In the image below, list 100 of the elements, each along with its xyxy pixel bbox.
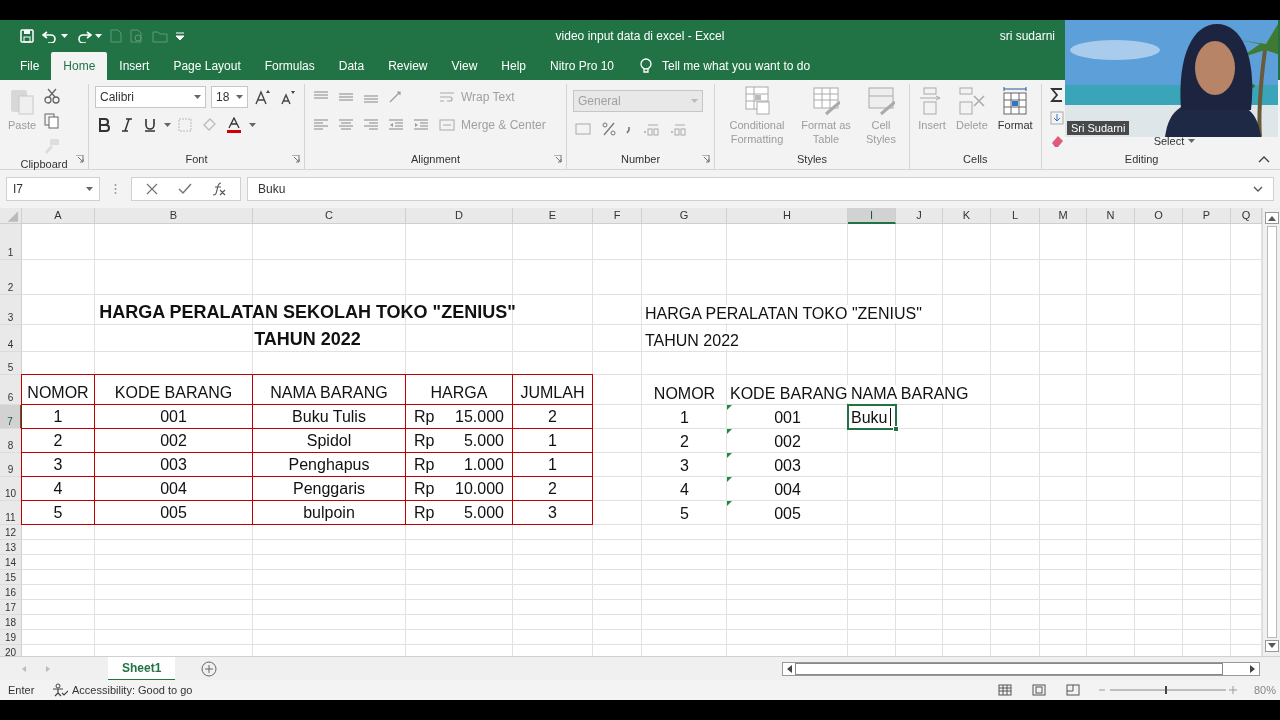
font-color-icon[interactable] (224, 115, 244, 135)
table-title: TAHUN 2022 (254, 329, 361, 350)
ribbon-tab[interactable]: Formulas (252, 52, 327, 80)
ribbon-button[interactable]: Format (995, 84, 1035, 151)
scissors-icon[interactable] (42, 86, 63, 106)
row-header[interactable]: 8 (0, 429, 22, 453)
undo-icon[interactable] (42, 29, 58, 43)
column-header[interactable]: N (1087, 208, 1135, 224)
row-header[interactable]: 11 (0, 501, 22, 525)
horizontal-scrollbar[interactable] (782, 661, 1260, 676)
scroll-up-icon[interactable] (1264, 212, 1279, 224)
dialog-launcher-icon[interactable] (76, 155, 84, 163)
column-header[interactable]: D (406, 208, 513, 224)
font-name-dropdown[interactable]: Calibri (95, 86, 207, 108)
ribbon-tab[interactable]: Home (51, 52, 108, 80)
currency-label: Rp (414, 432, 435, 450)
row-header[interactable]: 14 (0, 555, 22, 570)
column-header[interactable]: Q (1231, 208, 1262, 224)
row-header[interactable]: 19 (0, 630, 22, 645)
row-header[interactable]: 12 (0, 525, 22, 540)
amount-text: 10.000 (455, 480, 504, 498)
row-header[interactable]: 6 (0, 375, 22, 405)
formula-field[interactable]: Buku (247, 177, 1274, 201)
row-header[interactable]: 2 (0, 260, 22, 295)
ribbon-tab[interactable]: Review (376, 52, 440, 80)
column-header[interactable]: L (991, 208, 1040, 224)
vertical-scrollbar[interactable] (1262, 208, 1280, 656)
percent-icon[interactable] (600, 120, 618, 138)
column-header[interactable]: F (593, 208, 642, 224)
text-cursor (890, 408, 892, 426)
column-header[interactable]: H (727, 208, 848, 224)
merge-cells-icon (439, 118, 455, 132)
error-indicator-icon (727, 453, 732, 458)
column-header[interactable]: I (848, 208, 896, 224)
row-header[interactable]: 1 (0, 224, 22, 260)
row-header[interactable]: 3 (0, 295, 22, 325)
page-break-view-icon[interactable] (1063, 682, 1082, 698)
row-header[interactable]: 15 (0, 570, 22, 585)
scroll-down-icon[interactable] (1264, 640, 1279, 652)
cancel-icon[interactable] (144, 181, 160, 197)
add-sheet-icon[interactable] (201, 660, 218, 677)
page-layout-view-icon[interactable] (1029, 682, 1048, 698)
ribbon-tab[interactable]: File (8, 52, 52, 80)
row-header[interactable]: 17 (0, 600, 22, 615)
expand-icon[interactable] (1253, 186, 1263, 192)
ribbon-tab[interactable]: Help (489, 52, 538, 80)
print-preview-icon[interactable] (130, 29, 144, 43)
ribbon-tab[interactable]: Page Layout (161, 52, 253, 80)
row-header[interactable]: 10 (0, 477, 22, 501)
table-format-icon (812, 86, 840, 116)
name-box[interactable]: I7 (6, 177, 100, 201)
row-header[interactable]: 13 (0, 540, 22, 555)
row-header[interactable]: 4 (0, 325, 22, 352)
ribbon-tab[interactable]: View (439, 52, 490, 80)
column-header[interactable]: A (22, 208, 95, 224)
scroll-thumb[interactable] (795, 662, 1223, 675)
redo-icon[interactable] (76, 29, 92, 43)
user-name: sri sudarni (999, 29, 1055, 43)
row-header[interactable]: 5 (0, 352, 22, 375)
column-header[interactable]: G (642, 208, 727, 224)
dialog-launcher-icon[interactable] (702, 155, 710, 163)
dialog-launcher-icon[interactable] (292, 155, 300, 163)
tell-me-search[interactable]: Tell me what you want to do (662, 59, 811, 73)
dialog-launcher-icon[interactable] (554, 155, 562, 163)
row-header[interactable]: 16 (0, 585, 22, 600)
column-header[interactable]: B (95, 208, 253, 224)
column-header[interactable]: K (943, 208, 991, 224)
normal-view-icon[interactable] (995, 682, 1014, 698)
zoom-slider-icon[interactable] (1097, 685, 1238, 695)
accessibility-status[interactable]: Accessibility: Good to go (72, 684, 193, 696)
save-icon[interactable] (20, 29, 34, 43)
fill-icon[interactable] (1047, 109, 1066, 127)
table-title: HARGA PERALATAN SEKOLAH TOKO "ZENIUS" (99, 302, 516, 323)
ribbon-tab[interactable]: Data (326, 52, 377, 80)
active-cell[interactable]: Buku (847, 404, 897, 430)
row-header[interactable]: 9 (0, 453, 22, 477)
column-header[interactable]: O (1135, 208, 1183, 224)
fill-handle[interactable] (893, 426, 899, 432)
group-label: Number (619, 152, 662, 167)
enter-icon[interactable] (176, 181, 194, 197)
insert-function-icon[interactable] (210, 180, 228, 198)
ribbon-tab[interactable]: Insert (107, 52, 162, 80)
row-header[interactable]: 18 (0, 615, 22, 630)
select-button[interactable]: Select (1153, 135, 1196, 147)
caret-icon (86, 186, 93, 192)
column-header[interactable]: C (253, 208, 406, 224)
sheet-tab[interactable]: Sheet1 (108, 656, 176, 681)
customize-icon[interactable] (176, 32, 184, 40)
scroll-thumb[interactable] (1266, 225, 1277, 639)
column-header[interactable]: J (896, 208, 943, 224)
row-header[interactable]: 7 (0, 405, 22, 429)
ribbon-tab[interactable]: Nitro Pro 10 (538, 52, 626, 80)
font-size-dropdown[interactable]: 18 (211, 86, 248, 108)
column-header[interactable]: E (513, 208, 593, 224)
collapse-ribbon-icon[interactable] (1258, 155, 1270, 163)
column-header[interactable]: M (1040, 208, 1087, 224)
conditional-format-icon (743, 86, 771, 116)
participant-name-tag: Sri Sudarni (1067, 121, 1130, 135)
column-header[interactable]: P (1183, 208, 1231, 224)
accessibility-icon (52, 683, 68, 697)
